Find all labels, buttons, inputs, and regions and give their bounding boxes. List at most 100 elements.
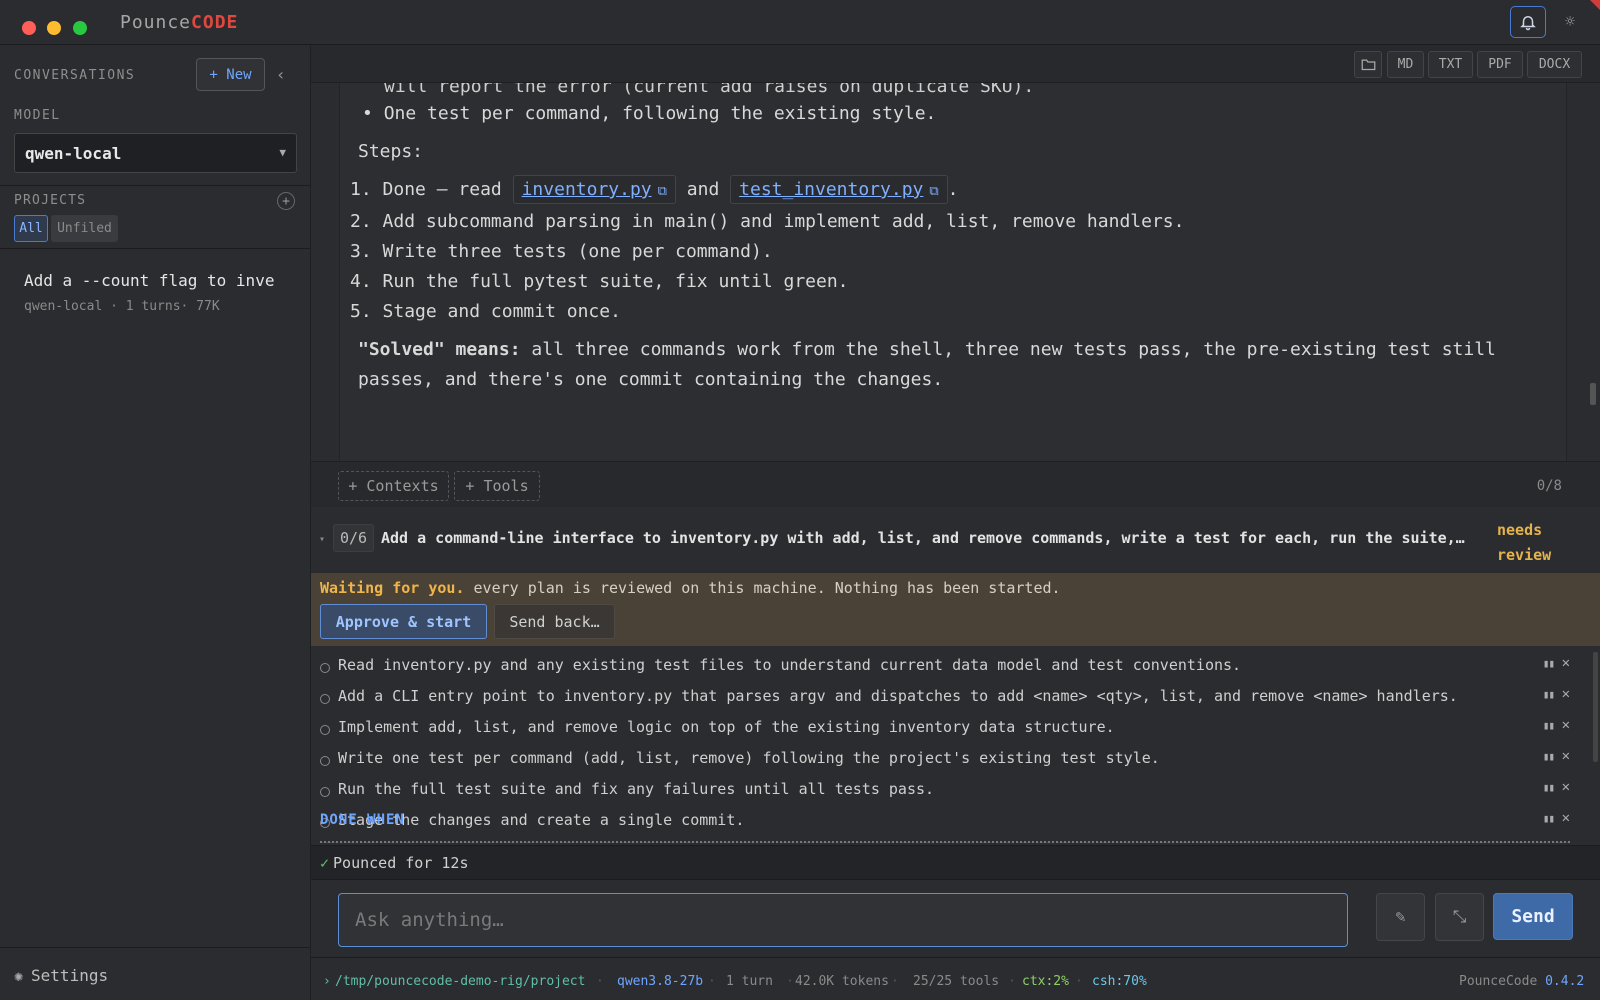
pause-icon[interactable]: ▮▮ <box>1543 688 1555 701</box>
export-md-button[interactable]: MD <box>1387 51 1424 78</box>
sidebar: CONVERSATIONS + New ‹ MODEL qwen-local ▼… <box>0 45 311 1000</box>
steps-scrollbar[interactable] <box>1593 652 1598 762</box>
folder-icon <box>1361 59 1375 71</box>
pending-circle-icon <box>320 663 330 673</box>
approve-start-button[interactable]: Approve & start <box>320 604 487 639</box>
plan-step-text: Run the full test suite and fix any fail… <box>338 780 935 798</box>
pause-icon[interactable]: ▮▮ <box>1543 750 1555 763</box>
pending-circle-icon <box>320 725 330 735</box>
status-ctx: ctx:2% <box>1022 974 1069 989</box>
status-model: qwen3.8-27b <box>617 974 704 989</box>
plan-step-text: Implement add, list, and remove logic on… <box>338 718 1115 736</box>
export-docx-button[interactable]: DOCX <box>1527 51 1582 78</box>
add-contexts-button[interactable]: + Contexts <box>338 471 449 501</box>
step-text: and <box>686 179 720 200</box>
collapse-sidebar-icon[interactable]: ‹ <box>276 65 286 84</box>
remove-step-icon[interactable]: ✕ <box>1562 655 1570 671</box>
export-pdf-button[interactable]: PDF <box>1477 51 1523 78</box>
plan-step: Read inventory.py and any existing test … <box>320 654 1570 684</box>
remove-step-icon[interactable]: ✕ <box>1562 686 1570 702</box>
add-tools-button[interactable]: + Tools <box>454 471 540 501</box>
solved-label: "Solved" means: <box>358 339 521 360</box>
file-link[interactable]: inventory.py <box>522 179 652 200</box>
title-bar: PounceCODE ☼ <box>0 0 1600 45</box>
bullet-item: • One test per command, following the ex… <box>362 103 936 124</box>
project-path[interactable]: /tmp/pouncecode-demo-rig/project <box>335 974 585 989</box>
minimize-window-button[interactable] <box>47 21 61 35</box>
step-number: 1. <box>350 179 372 200</box>
conversation-item[interactable]: Add a --count flag to inve qwen-local · … <box>24 271 282 314</box>
remove-step-icon[interactable]: ✕ <box>1562 779 1570 795</box>
maximize-window-button[interactable] <box>73 21 87 35</box>
pause-icon[interactable]: ▮▮ <box>1543 657 1555 670</box>
projects-heading: PROJECTS <box>14 193 87 208</box>
composer: ✎ ⤡ Send <box>311 879 1600 957</box>
export-txt-button[interactable]: TXT <box>1428 51 1473 78</box>
file-link-chip[interactable]: test_inventory.py ⧉ <box>730 175 948 204</box>
separator-dot: · <box>891 974 899 989</box>
pounced-text: Pounced for 12s <box>333 854 469 872</box>
add-project-button[interactable]: + <box>277 192 295 210</box>
send-button[interactable]: Send <box>1493 893 1573 940</box>
model-select[interactable]: qwen-local ▼ <box>14 133 297 173</box>
status-tools: 25/25 tools <box>913 974 1000 989</box>
file-link-chip[interactable]: inventory.py ⧉ <box>512 175 676 204</box>
expand-caret-icon[interactable]: ▾ <box>319 534 325 545</box>
pending-circle-icon <box>320 694 330 704</box>
filter-all-chip[interactable]: All <box>14 215 48 242</box>
text-line: will report the error (current add raise… <box>384 83 1035 97</box>
app-name: PounceCode <box>1459 974 1538 989</box>
expand-input-button[interactable]: ⤡ <box>1435 893 1484 941</box>
plan-step: Run the full test suite and fix any fail… <box>320 778 1570 808</box>
sun-icon: ☼ <box>1564 12 1576 32</box>
external-link-icon: ⧉ <box>657 184 667 199</box>
new-conversation-button[interactable]: + New <box>196 58 265 91</box>
plan-header[interactable]: ▾ 0/6 Add a command-line interface to in… <box>311 507 1600 573</box>
notifications-button[interactable] <box>1510 6 1546 38</box>
separator-dot: · <box>596 974 604 989</box>
pause-icon[interactable]: ▮▮ <box>1543 812 1555 825</box>
app-version: 0.4.2 <box>1545 974 1585 989</box>
attach-button[interactable]: ✎ <box>1376 893 1425 941</box>
pounced-status: ✓ Pounced for 12s <box>320 854 469 872</box>
bullet-dot: • <box>362 103 384 124</box>
gear-icon: ✺ <box>14 966 24 985</box>
remove-step-icon[interactable]: ✕ <box>1562 717 1570 733</box>
plan-step: Stage the changes and create a single co… <box>320 809 1570 839</box>
plus-icon: + <box>282 193 290 209</box>
step-item: 1. Done — read inventory.py ⧉ and test_in… <box>350 175 959 204</box>
file-link[interactable]: test_inventory.py <box>739 179 923 200</box>
theme-toggle-button[interactable]: ☼ <box>1558 10 1582 34</box>
divider <box>0 185 311 186</box>
settings-button[interactable]: ✺ Settings <box>14 966 108 985</box>
plan-step-text: Read inventory.py and any existing test … <box>338 656 1242 674</box>
pause-icon[interactable]: ▮▮ <box>1543 781 1555 794</box>
close-window-button[interactable] <box>22 21 36 35</box>
plan-step: Add a CLI entry point to inventory.py th… <box>320 685 1570 715</box>
send-back-button[interactable]: Send back… <box>494 604 615 639</box>
step-item: 4. Run the full pytest suite, fix until … <box>350 271 849 292</box>
review-message-text: every plan is reviewed on this machine. … <box>464 579 1061 597</box>
review-banner: Waiting for you. every plan is reviewed … <box>311 573 1600 646</box>
ask-input[interactable] <box>338 893 1348 947</box>
export-toolbar: MD TXT PDF DOCX <box>311 45 1600 83</box>
pause-icon[interactable]: ▮▮ <box>1543 719 1555 732</box>
open-folder-button[interactable] <box>1354 51 1382 78</box>
check-icon: ✓ <box>320 854 330 872</box>
app-version-label: PounceCode 0.4.2 <box>1459 974 1584 989</box>
conversation-title: Add a --count flag to inve <box>24 271 275 290</box>
plan-status: needs review <box>1497 518 1567 568</box>
path-caret-icon: › <box>323 974 331 989</box>
remove-step-icon[interactable]: ✕ <box>1562 810 1570 826</box>
step-text: Run the full pytest suite, fix until gre… <box>382 271 849 292</box>
step-item: 3. Write three tests (one per command). <box>350 241 773 262</box>
filter-unfiled-chip[interactable]: Unfiled <box>51 215 118 242</box>
content-scrollbar[interactable] <box>1590 383 1596 405</box>
divider <box>0 947 311 948</box>
paperclip-icon: ✎ <box>1395 907 1406 927</box>
remove-step-icon[interactable]: ✕ <box>1562 748 1570 764</box>
corner-indicator <box>1590 0 1600 10</box>
plan-step-text: Add a CLI entry point to inventory.py th… <box>338 687 1458 705</box>
plan-status-line: needs <box>1497 521 1543 539</box>
status-bar: › /tmp/pouncecode-demo-rig/project · qwe… <box>311 957 1600 1000</box>
